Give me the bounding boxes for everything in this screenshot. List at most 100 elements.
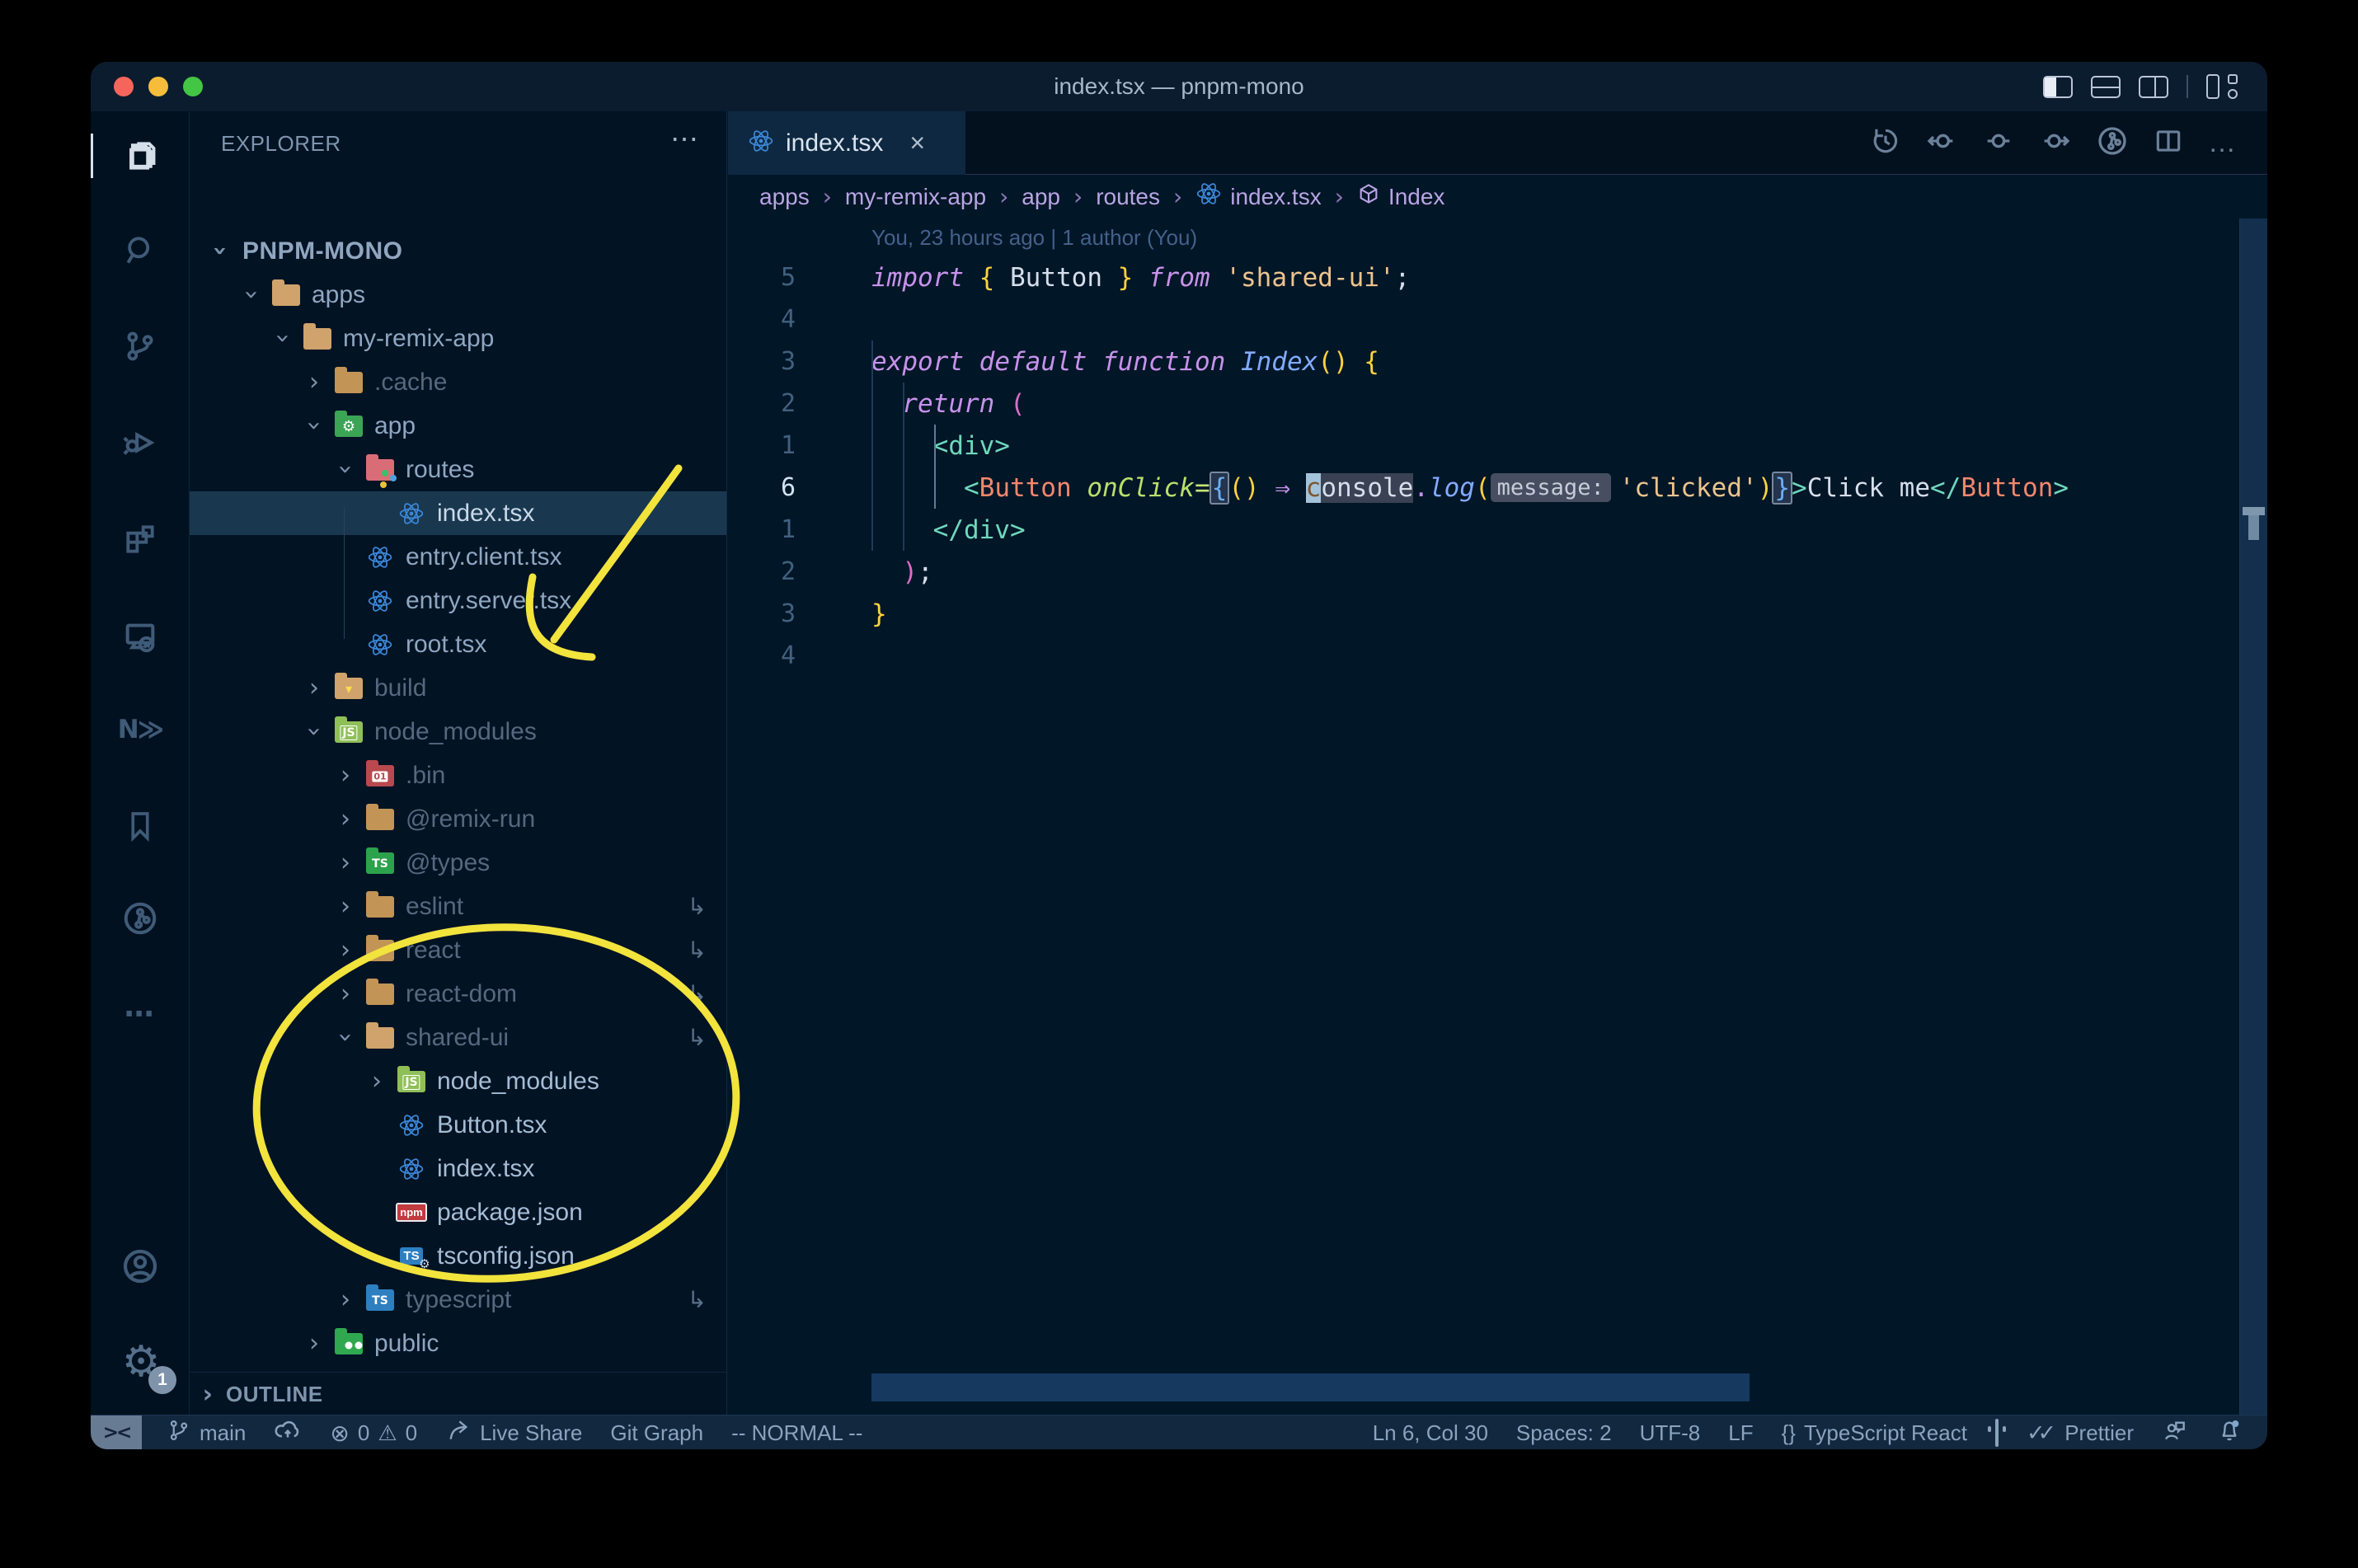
- tree-item--cache[interactable]: › .cache: [190, 360, 726, 404]
- tree-item-public[interactable]: › public: [190, 1322, 726, 1365]
- chevron-right-icon: ›: [341, 761, 350, 790]
- vertical-scrollbar[interactable]: [2239, 218, 2267, 1415]
- account-icon[interactable]: [91, 1229, 190, 1303]
- horizontal-scrollbar[interactable]: [871, 1373, 1750, 1401]
- toggle-secondary-sidebar-icon[interactable]: [2139, 75, 2168, 98]
- chevron-down-icon: ›: [205, 246, 235, 256]
- tree-item-button-tsx[interactable]: ›Button.tsx: [190, 1103, 726, 1147]
- more-views-icon[interactable]: ⋯: [91, 977, 190, 1051]
- tree-item-entry-server-tsx[interactable]: ›entry.server.tsx: [190, 579, 726, 622]
- source-control-icon[interactable]: [91, 309, 190, 383]
- line-number: 1: [780, 515, 796, 544]
- tree-item-shared-ui[interactable]: › shared-ui ↳: [190, 1016, 726, 1059]
- status-cursor-position[interactable]: Ln 6, Col 30: [1373, 1420, 1488, 1446]
- tree-item-react[interactable]: › react ↳: [190, 928, 726, 972]
- tree-item-label: .cache: [374, 368, 448, 396]
- previous-change-icon[interactable]: [1925, 124, 1958, 162]
- tree-item--bin[interactable]: › 01 .bin: [190, 753, 726, 797]
- status-notifications[interactable]: [2216, 1417, 2243, 1449]
- tree-item-root-tsx[interactable]: ›root.tsx: [190, 622, 726, 666]
- editor-more-actions-icon[interactable]: …: [2208, 127, 2238, 159]
- status-formatter[interactable]: ✓✓ Prettier: [2027, 1420, 2134, 1446]
- tree-item-node-modules[interactable]: › JS node_modules: [190, 1059, 726, 1103]
- tree-item-index-tsx[interactable]: ›index.tsx: [190, 1147, 726, 1190]
- tree-item-node-modules[interactable]: › JS node_modules: [190, 710, 726, 753]
- status-vim-mode[interactable]: -- NORMAL --: [731, 1420, 862, 1446]
- status-eol[interactable]: LF: [1728, 1420, 1753, 1446]
- code-line[interactable]: 2 return (: [728, 383, 2267, 425]
- status-git-graph[interactable]: Git Graph: [610, 1420, 703, 1446]
- status-indentation[interactable]: Spaces: 2: [1516, 1420, 1612, 1446]
- tree-item-index-tsx[interactable]: ›index.tsx: [190, 491, 726, 535]
- tree-item-tsconfig-json[interactable]: ›TS⚙tsconfig.json: [190, 1234, 726, 1278]
- breadcrumb-index[interactable]: Index: [1357, 182, 1444, 211]
- split-editor-icon[interactable]: [2153, 125, 2184, 161]
- status-git-branch[interactable]: main: [167, 1418, 246, 1448]
- toggle-panel-icon[interactable]: [2091, 75, 2121, 98]
- tree-item-build[interactable]: › ▾ build: [190, 666, 726, 710]
- code-line[interactable]: 6 < Button onClick ={() ⇒ c onsole. log(mess…: [728, 467, 2267, 509]
- tab-index-tsx[interactable]: index.tsx ×: [728, 111, 965, 175]
- line-number: 4: [780, 641, 796, 670]
- bookmarks-icon[interactable]: [91, 788, 190, 862]
- outline-section[interactable]: › OUTLINE: [190, 1372, 726, 1415]
- tab-close-icon[interactable]: ×: [909, 128, 925, 158]
- breadcrumb-index-tsx[interactable]: index.tsx: [1195, 181, 1322, 213]
- tree-item--remix-run[interactable]: › @remix-run: [190, 797, 726, 841]
- code-line[interactable]: 3 export default function Index() {: [728, 340, 2267, 383]
- next-change-icon[interactable]: [2039, 124, 2072, 162]
- search-icon[interactable]: [91, 214, 190, 288]
- remote-explorer-icon[interactable]: [91, 599, 190, 674]
- nx-console-icon[interactable]: N≫: [91, 692, 190, 767]
- tree-item-app[interactable]: › ⚙ app: [190, 404, 726, 448]
- tree-item--types[interactable]: › TS @types: [190, 841, 726, 885]
- code-line[interactable]: 2 );: [728, 551, 2267, 593]
- current-change-icon[interactable]: [1982, 124, 2015, 162]
- explorer-icon[interactable]: [91, 119, 190, 193]
- explorer-more-actions-icon[interactable]: ⋯: [670, 123, 698, 156]
- tree-item-react-dom[interactable]: › react-dom ↳: [190, 972, 726, 1016]
- status-copilot[interactable]: [1994, 1418, 1999, 1447]
- status-language-mode[interactable]: {} TypeScript React: [1782, 1420, 1967, 1446]
- tree-item-entry-client-tsx[interactable]: ›entry.client.tsx: [190, 535, 726, 579]
- customize-layout-icon[interactable]: [2206, 74, 2238, 99]
- bell-dot-icon: [2216, 1417, 2243, 1449]
- code-line[interactable]: 5 import { Button } from 'shared-ui';: [728, 256, 2267, 298]
- code-line[interactable]: 3}: [728, 593, 2267, 635]
- breadcrumb-my-remix-app[interactable]: my-remix-app: [845, 184, 986, 210]
- tree-item-my-remix-app[interactable]: › my-remix-app: [190, 317, 726, 360]
- line-number: 3: [780, 599, 796, 628]
- tree-item-pnpm-mono[interactable]: › PNPM-MONO: [190, 229, 726, 273]
- code-editor[interactable]: You, 23 hours ago | 1 author (You) 5 impo…: [728, 218, 2267, 1415]
- tree-item-eslint[interactable]: › eslint ↳: [190, 885, 726, 928]
- tree-item-routes[interactable]: › routes: [190, 448, 726, 491]
- status-live-share[interactable]: Live Share: [445, 1417, 582, 1449]
- breadcrumb-routes[interactable]: routes: [1096, 184, 1160, 210]
- activity-bar: N≫ ⋯ ⚙ 1: [91, 111, 190, 1415]
- react-file-icon: [361, 631, 399, 658]
- code-line[interactable]: 1 </div>: [728, 509, 2267, 551]
- run-debug-icon[interactable]: [91, 406, 190, 480]
- tree-item-apps[interactable]: › apps: [190, 273, 726, 317]
- chevron-down-icon: ›: [331, 464, 360, 475]
- code-line[interactable]: 4: [728, 635, 2267, 677]
- status-feedback[interactable]: [2162, 1417, 2188, 1449]
- status-encoding[interactable]: UTF-8: [1640, 1420, 1701, 1446]
- code-line[interactable]: 1 <div>: [728, 425, 2267, 467]
- status-sync[interactable]: [274, 1416, 302, 1450]
- breadcrumb-separator: ›: [1173, 183, 1183, 210]
- extensions-icon[interactable]: [91, 502, 190, 576]
- breadcrumb-apps[interactable]: apps: [759, 184, 810, 210]
- git-graph-view-icon[interactable]: [91, 881, 190, 955]
- toggle-sidebar-icon[interactable]: [2043, 75, 2073, 98]
- status-remote-indicator[interactable]: ><: [91, 1415, 142, 1449]
- code-line[interactable]: 4: [728, 298, 2267, 340]
- tree-item-package-json[interactable]: ›npmpackage.json: [190, 1190, 726, 1234]
- breadcrumb-app[interactable]: app: [1022, 184, 1060, 210]
- status-problems[interactable]: ⊗ 0 ⚠ 0: [330, 1420, 417, 1447]
- settings-gear-icon[interactable]: ⚙ 1: [91, 1325, 190, 1399]
- timeline-history-icon[interactable]: [1870, 125, 1901, 161]
- tree-item-label: root.tsx: [406, 630, 487, 658]
- git-graph-action-icon[interactable]: [2096, 124, 2129, 162]
- tree-item-typescript[interactable]: › TS typescript ↳: [190, 1278, 726, 1322]
